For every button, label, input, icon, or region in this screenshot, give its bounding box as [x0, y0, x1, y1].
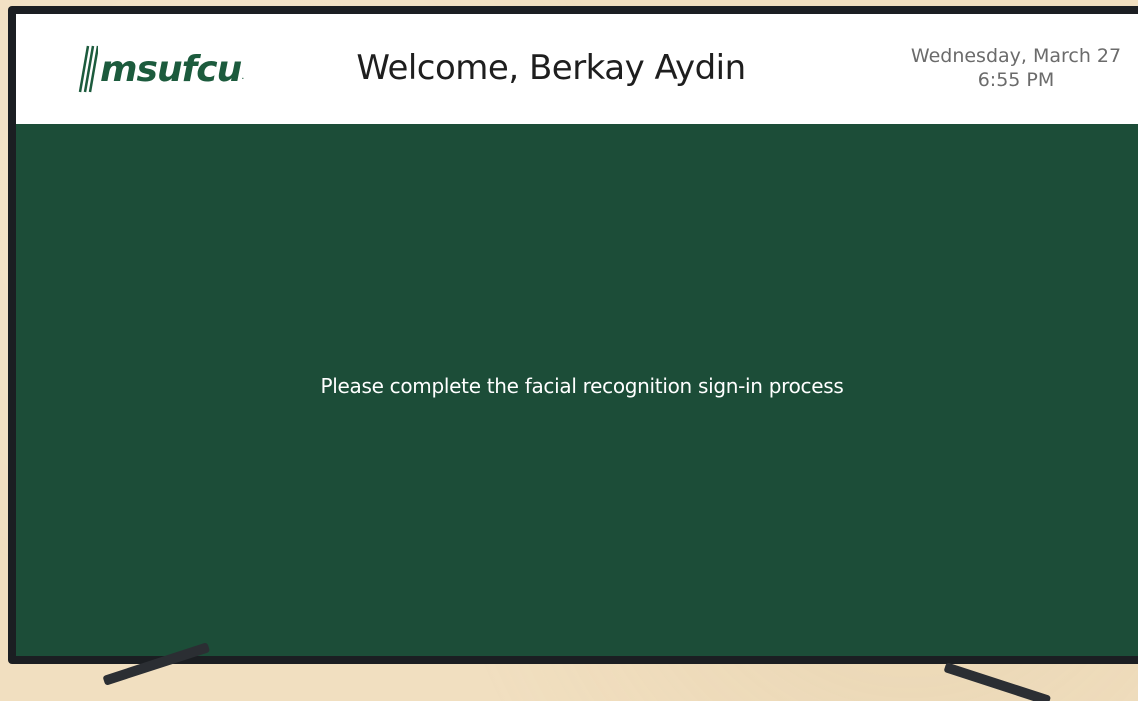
logo-trademark-dot: . — [241, 71, 245, 82]
header-bar: msufcu . Welcome, Berkay Aydin Wednesday… — [16, 14, 1138, 124]
tv-stand-right-leg — [943, 662, 1052, 701]
datetime: Wednesday, March 27 6:55 PM — [896, 44, 1136, 92]
tv-bezel: msufcu . Welcome, Berkay Aydin Wednesday… — [8, 6, 1138, 664]
time-text: 6:55 PM — [977, 69, 1055, 91]
msufcu-logo: msufcu . — [70, 44, 244, 94]
stripes-icon — [78, 45, 98, 93]
logo-text: msufcu — [100, 48, 242, 90]
sign-in-message: Please complete the facial recognition s… — [320, 374, 844, 398]
welcome-title: Welcome, Berkay Aydin — [356, 48, 746, 88]
date-text: Wednesday, March 27 — [910, 45, 1122, 67]
kiosk-screen: msufcu . Welcome, Berkay Aydin Wednesday… — [16, 14, 1138, 656]
